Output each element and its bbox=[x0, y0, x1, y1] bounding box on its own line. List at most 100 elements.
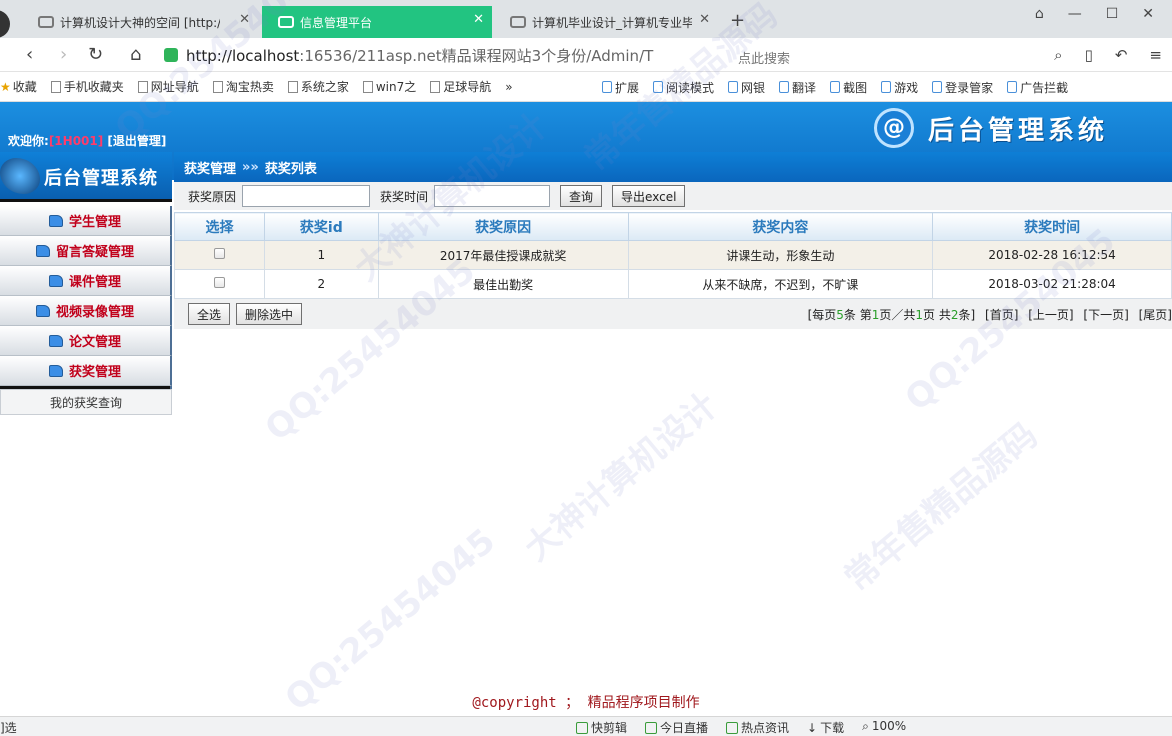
browser-search-input[interactable]: 点此搜索 bbox=[738, 48, 790, 67]
query-button[interactable]: 查询 bbox=[560, 185, 603, 207]
status-item-quickcut[interactable]: 快剪辑 bbox=[576, 719, 627, 736]
bookmark-item[interactable]: 系统之家 bbox=[287, 78, 349, 95]
ext-item[interactable]: 网银 bbox=[728, 79, 765, 96]
search-icon[interactable]: ⌕ bbox=[1054, 46, 1062, 64]
play-icon bbox=[645, 722, 658, 734]
reason-label: 获奖原因 bbox=[188, 189, 237, 204]
navbar-tools: ⌕ ▯ ↶ ≡ bbox=[1054, 46, 1162, 64]
home-icon[interactable]: ⌂ bbox=[130, 44, 141, 65]
status-item-live[interactable]: 今日直播 bbox=[645, 719, 708, 736]
page-icon bbox=[212, 80, 223, 93]
toolbar-extensions: 扩展 阅读模式 网银 翻译 截图 游戏 登录管家 广告拦截 bbox=[602, 72, 1082, 102]
menu-folder-icon bbox=[35, 304, 50, 317]
maximize-icon[interactable]: ☐ bbox=[1106, 6, 1119, 22]
cell-time: 2018-03-02 21:28:04 bbox=[932, 269, 1172, 299]
pager-prev-link[interactable]: [上一页] bbox=[1028, 308, 1073, 322]
sidebar-item-awards[interactable]: 获奖管理 bbox=[0, 356, 172, 386]
pager-last-link[interactable]: [尾页] bbox=[1139, 308, 1172, 322]
ext-item[interactable]: 登录管家 bbox=[932, 79, 993, 96]
page-icon bbox=[137, 80, 148, 93]
minimize-icon[interactable]: — bbox=[1068, 6, 1082, 22]
ext-item[interactable]: 阅读模式 bbox=[653, 79, 714, 96]
bookmark-item[interactable]: win7之 bbox=[362, 78, 416, 95]
export-excel-button[interactable]: 导出excel bbox=[612, 185, 686, 207]
reason-input[interactable] bbox=[242, 185, 371, 207]
browser-avatar[interactable] bbox=[0, 10, 10, 38]
breadcrumb-page: 获奖列表 bbox=[264, 161, 317, 177]
logout-link[interactable]: [退出管理] bbox=[107, 134, 166, 148]
browser-statusbar: ]选 快剪辑 今日直播 热点资讯 ↓ 下载 ⌕ 100% bbox=[0, 716, 1172, 736]
cell-reason: 2017年最佳授课成就奖 bbox=[377, 240, 629, 270]
pager-next-link[interactable]: [下一页] bbox=[1083, 308, 1128, 322]
tab-close-icon[interactable]: ✕ bbox=[239, 12, 250, 27]
book-icon bbox=[653, 81, 664, 93]
browser-tab-2-active[interactable]: 信息管理平台 ✕ bbox=[262, 6, 492, 38]
more-bookmarks-icon[interactable]: » bbox=[505, 80, 512, 94]
page-icon bbox=[362, 80, 373, 93]
row-select-cell bbox=[174, 269, 265, 299]
menu-folder-icon bbox=[48, 364, 63, 377]
skin-icon[interactable]: ⌂ bbox=[1035, 6, 1044, 22]
secure-shield-icon bbox=[164, 48, 178, 62]
bookmark-item[interactable]: ★ 收藏 bbox=[0, 78, 37, 95]
tab-title: 信息管理平台 bbox=[300, 15, 373, 30]
breadcrumb-section[interactable]: 获奖管理 bbox=[184, 158, 236, 177]
bookmarks-bar: ★ 收藏 手机收藏夹 网址导航 淘宝热卖 系统之家 win7之 足球导航 » 扩展… bbox=[0, 72, 1172, 102]
pager-total-items: 2 bbox=[950, 308, 959, 322]
pager-first-link[interactable]: [首页] bbox=[985, 308, 1018, 322]
close-window-icon[interactable]: ✕ bbox=[1142, 6, 1154, 22]
url-text[interactable]: http://localhost:16536/211asp.net精品课程网站3… bbox=[186, 45, 666, 66]
table-header-row: 选择 获奖id 获奖原因 获奖内容 获奖时间 bbox=[174, 212, 1172, 241]
status-item-news[interactable]: 热点资讯 bbox=[726, 719, 789, 736]
browser-tab-3[interactable]: 计算机毕业设计_计算机专业毕业 ✕ bbox=[494, 6, 718, 38]
sidebar-item-videos[interactable]: 视频录像管理 bbox=[0, 296, 172, 326]
col-time: 获奖时间 bbox=[932, 212, 1172, 241]
delete-selected-button[interactable]: 删除选中 bbox=[236, 303, 303, 325]
sidebar-item-students[interactable]: 学生管理 bbox=[0, 206, 172, 236]
phone-icon[interactable]: ▯ bbox=[1085, 46, 1093, 64]
tab-close-icon[interactable]: ✕ bbox=[699, 12, 710, 27]
sidebar-item-papers[interactable]: 论文管理 bbox=[0, 326, 172, 356]
tab-favicon-icon bbox=[510, 16, 526, 28]
browser-tab-1[interactable]: 计算机设计大神的空间 [http://2 ✕ bbox=[22, 6, 258, 38]
menu-icon[interactable]: ≡ bbox=[1149, 46, 1162, 64]
scissors-icon bbox=[576, 722, 588, 734]
key-icon bbox=[932, 81, 943, 93]
sidebar-subitem-my-awards[interactable]: 我的获奖查询 bbox=[0, 389, 172, 415]
breadcrumb-separator: »» bbox=[242, 159, 259, 175]
pager-total-pages: 1 bbox=[915, 308, 924, 322]
bank-icon bbox=[728, 81, 739, 93]
bookmark-item[interactable]: 手机收藏夹 bbox=[50, 78, 124, 95]
back-icon[interactable]: ‹ bbox=[26, 44, 33, 65]
new-tab-icon[interactable]: + bbox=[730, 10, 745, 31]
phone-icon bbox=[50, 80, 61, 93]
bookmark-item[interactable]: 足球导航 bbox=[430, 78, 491, 95]
ext-item[interactable]: 广告拦截 bbox=[1007, 79, 1068, 96]
address-bar[interactable]: http://localhost:16536/211asp.net精品课程网站3… bbox=[164, 42, 724, 68]
sidebar-item-courseware[interactable]: 课件管理 bbox=[0, 266, 172, 296]
star-icon: ★ bbox=[0, 79, 11, 94]
awards-table: 选择 获奖id 获奖原因 获奖内容 获奖时间 1 2017年最佳授课成就奖 讲课… bbox=[174, 212, 1172, 299]
select-all-button[interactable]: 全选 bbox=[188, 303, 231, 325]
grid-icon bbox=[602, 81, 612, 93]
tab-title: 计算机毕业设计_计算机专业毕业 bbox=[532, 15, 692, 30]
ext-item[interactable]: 游戏 bbox=[881, 79, 918, 96]
scissors-icon bbox=[830, 81, 841, 93]
time-input[interactable] bbox=[434, 185, 551, 207]
undo-icon[interactable]: ↶ bbox=[1115, 46, 1128, 64]
status-item-download[interactable]: ↓ 下载 bbox=[807, 719, 844, 736]
browser-navbar: ‹ › ↻ ⌂ http://localhost:16536/211asp.ne… bbox=[0, 38, 1172, 72]
status-item-zoom[interactable]: ⌕ 100% bbox=[862, 719, 906, 736]
ext-item[interactable]: 翻译 bbox=[779, 79, 816, 96]
row-checkbox[interactable] bbox=[213, 277, 225, 288]
forward-icon[interactable]: › bbox=[60, 44, 67, 65]
ext-item[interactable]: 扩展 bbox=[602, 79, 639, 96]
reload-icon[interactable]: ↻ bbox=[88, 44, 103, 65]
cell-id: 2 bbox=[263, 269, 379, 299]
ext-item[interactable]: 截图 bbox=[830, 79, 867, 96]
tab-close-icon[interactable]: ✕ bbox=[473, 12, 484, 27]
sidebar-item-messages[interactable]: 留言答疑管理 bbox=[0, 236, 172, 266]
row-checkbox[interactable] bbox=[213, 248, 225, 259]
bookmark-item[interactable]: 网址导航 bbox=[137, 78, 199, 95]
bookmark-item[interactable]: 淘宝热卖 bbox=[212, 78, 274, 95]
